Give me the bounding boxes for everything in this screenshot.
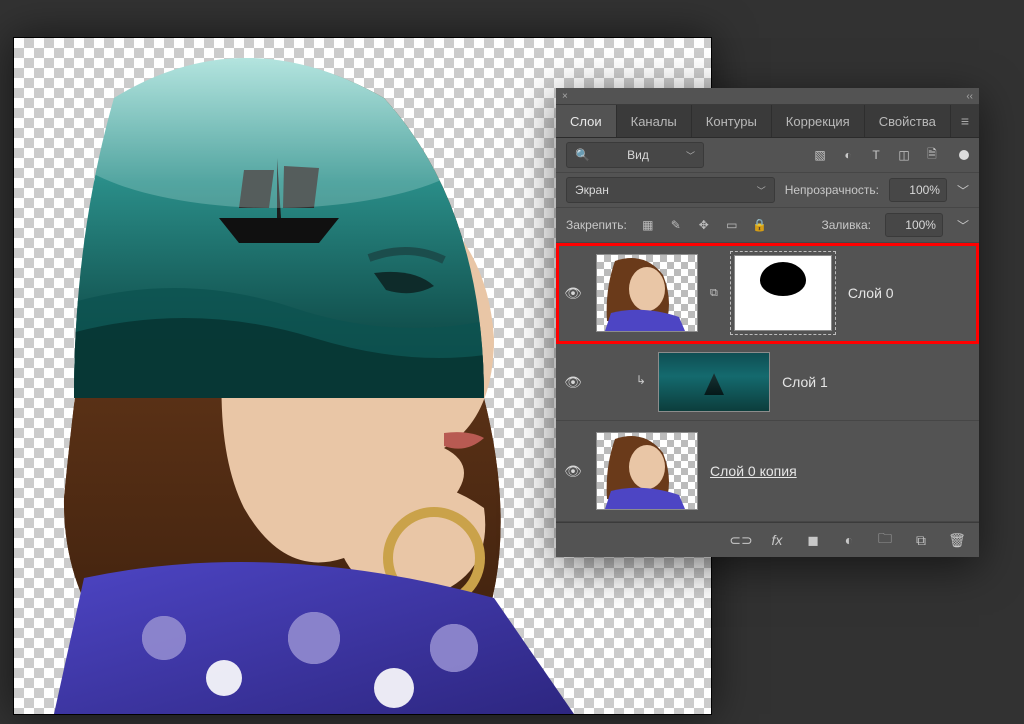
fill-label: Заливка: <box>821 218 871 232</box>
layer-row[interactable]: 👁 ↳ Слой 1 <box>556 344 979 421</box>
clip-indicator-icon: ↳ <box>636 373 646 387</box>
visibility-icon[interactable]: 👁 <box>562 374 584 391</box>
tab-adjustments[interactable]: Коррекция <box>772 105 865 137</box>
filter-smart-icon[interactable]: 🗎 <box>925 148 939 162</box>
link-layers-icon[interactable]: ⊂⊃ <box>733 532 749 548</box>
layer-list: 👁 ⧉ Слой 0 👁 ↳ Слой 1 👁 <box>556 243 979 522</box>
filter-image-icon[interactable]: ▧ <box>813 148 827 162</box>
tab-properties[interactable]: Свойства <box>865 105 951 137</box>
lock-artboard-icon[interactable]: ▭ <box>725 218 739 232</box>
chevron-down-icon[interactable]: ﹀ <box>957 182 969 199</box>
panel-tabs: Слои Каналы Контуры Коррекция Свойства ≡ <box>556 105 979 138</box>
filter-type-icon[interactable]: T <box>869 148 883 162</box>
layer-thumbnail[interactable] <box>596 432 698 510</box>
tab-channels[interactable]: Каналы <box>617 105 692 137</box>
filter-kind-select[interactable]: 🔍 Вид ﹀ <box>566 142 704 168</box>
lock-pixels-icon[interactable]: ▦ <box>641 218 655 232</box>
chevron-down-icon: ﹀ <box>757 184 766 197</box>
lock-position-icon[interactable]: ✥ <box>697 218 711 232</box>
layer-filter-row: 🔍 Вид ﹀ ▧ ◐ T ◫ 🗎 <box>556 138 979 173</box>
layer-row[interactable]: 👁 ⧉ Слой 0 <box>556 243 979 344</box>
fill-input[interactable]: 100% <box>885 213 943 237</box>
new-adjustment-icon[interactable]: ◐ <box>841 532 857 548</box>
layers-bottom-bar: ⊂⊃ fx ◼ ◐ 🗀 ⧉ 🗑 <box>556 522 979 557</box>
fill-value: 100% <box>905 218 936 232</box>
panel-menu-icon[interactable]: ≡ <box>951 113 979 129</box>
chevron-down-icon[interactable]: ﹀ <box>957 217 969 234</box>
tab-paths[interactable]: Контуры <box>692 105 772 137</box>
lock-label: Закрепить: <box>566 218 627 232</box>
layer-name[interactable]: Слой 1 <box>782 374 828 390</box>
visibility-icon[interactable]: 👁 <box>562 285 584 302</box>
layer-name[interactable]: Слой 0 <box>848 285 894 301</box>
filter-shape-icon[interactable]: ◫ <box>897 148 911 162</box>
layer-name[interactable]: Слой 0 копия <box>710 463 797 479</box>
lock-row: Закрепить: ▦ ✎ ✥ ▭ 🔒 Заливка: 100% ﹀ <box>556 208 979 243</box>
delete-layer-icon[interactable]: 🗑 <box>949 532 965 548</box>
layer-row[interactable]: 👁 Слой 0 копия <box>556 421 979 522</box>
layer-thumbnail[interactable] <box>596 254 698 332</box>
filter-toggle[interactable] <box>959 150 969 160</box>
new-layer-icon[interactable]: ⧉ <box>913 532 929 548</box>
opacity-label: Непрозрачность: <box>785 183 879 197</box>
new-group-icon[interactable]: 🗀 <box>877 532 893 548</box>
lock-all-icon[interactable]: 🔒 <box>753 218 767 232</box>
opacity-input[interactable]: 100% <box>889 178 947 202</box>
filter-adjust-icon[interactable]: ◐ <box>841 148 855 162</box>
blend-mode-select[interactable]: Экран ﹀ <box>566 177 775 203</box>
layer-thumbnail[interactable] <box>658 352 770 412</box>
tab-layers[interactable]: Слои <box>556 105 617 137</box>
layers-panel: × ‹‹ Слои Каналы Контуры Коррекция Свойс… <box>556 88 979 557</box>
chevron-down-icon: ﹀ <box>686 149 695 162</box>
layer-fx-icon[interactable]: fx <box>769 532 785 548</box>
blend-row: Экран ﹀ Непрозрачность: 100% ﹀ <box>556 173 979 208</box>
add-mask-icon[interactable]: ◼ <box>805 532 821 548</box>
mask-link-icon[interactable]: ⧉ <box>710 287 718 300</box>
lock-brush-icon[interactable]: ✎ <box>669 218 683 232</box>
collapse-icon[interactable]: ‹‹ <box>966 91 973 102</box>
close-icon[interactable]: × <box>562 91 568 102</box>
visibility-icon[interactable]: 👁 <box>562 463 584 480</box>
filter-kind-label: Вид <box>627 148 649 162</box>
layer-mask-thumbnail[interactable] <box>730 251 836 335</box>
blend-mode-value: Экран <box>575 183 609 197</box>
opacity-value: 100% <box>909 183 940 197</box>
